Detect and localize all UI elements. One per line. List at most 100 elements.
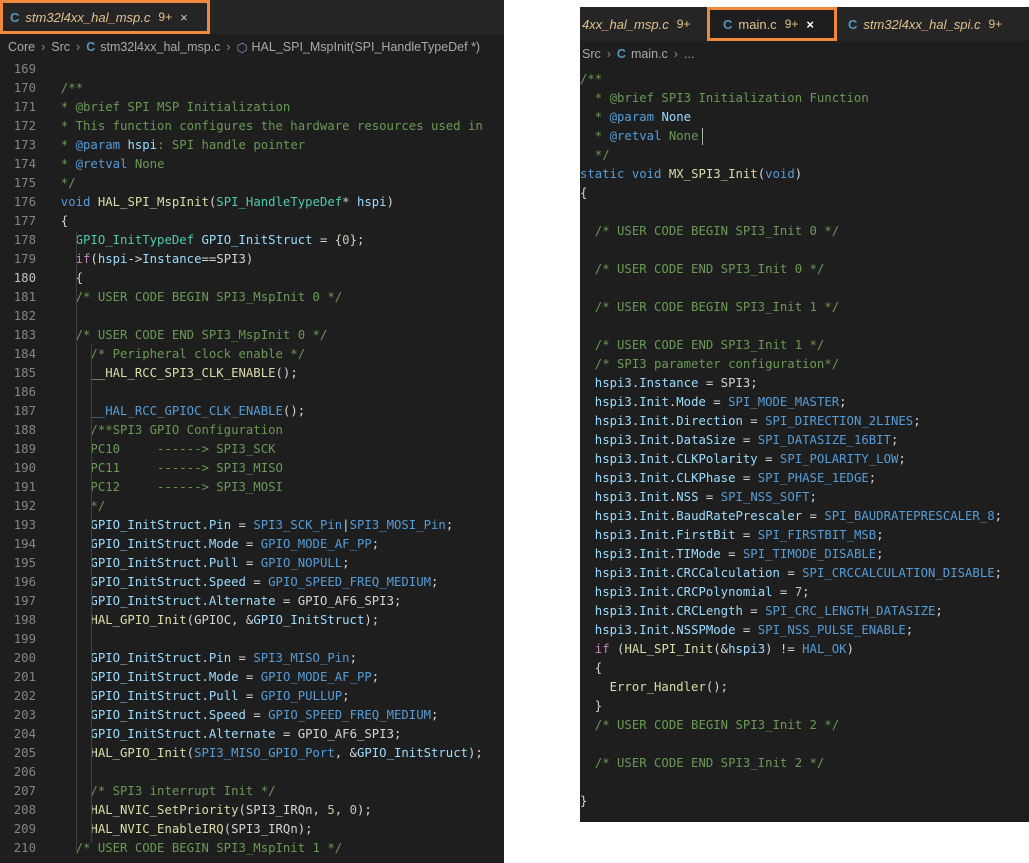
code-line[interactable]: 177 { — [0, 212, 504, 231]
code-line[interactable]: } — [580, 792, 1029, 811]
code-line[interactable] — [580, 279, 1029, 298]
code-line[interactable] — [580, 735, 1029, 754]
code-line[interactable]: hspi3.Init.TIMode = SPI_TIMODE_DISABLE; — [580, 545, 1029, 564]
code-token: SPI_TIMODE_DISABLE — [742, 547, 877, 561]
code-token: ( — [186, 746, 195, 760]
code-line[interactable]: hspi3.Init.CRCLength = SPI_CRC_LENGTH_DA… — [580, 602, 1029, 621]
breadcrumb-file[interactable]: stm32l4xx_hal_msp.c — [100, 40, 220, 54]
tab-label: main.c — [738, 16, 777, 32]
text-cursor — [702, 128, 703, 145]
code-line[interactable]: hspi3.Init.CRCCalculation = SPI_CRCCALCU… — [580, 564, 1029, 583]
code-token: hspi3 — [580, 471, 632, 485]
code-line[interactable]: */ — [580, 146, 1029, 165]
code-token: hspi3 — [728, 642, 766, 656]
code-token: hspi3 — [580, 452, 632, 466]
code-token: SPI_POLARITY_LOW — [779, 452, 899, 466]
code-line[interactable]: hspi3.Instance = SPI3; — [580, 374, 1029, 393]
code-line[interactable]: /* USER CODE BEGIN SPI3_Init 2 */ — [580, 716, 1029, 735]
code-token: . — [201, 537, 209, 551]
code-line[interactable]: hspi3.Init.CLKPhase = SPI_PHASE_1EDGE; — [580, 469, 1029, 488]
code-token: ) — [386, 195, 394, 209]
code-token: . — [201, 727, 209, 741]
code-line[interactable]: Error_Handler(); — [580, 678, 1029, 697]
tab-stm32l4xx-hal-msp[interactable]: C stm32l4xx_hal_msp.c 9+ × — [0, 0, 210, 34]
code-token: Init — [639, 566, 669, 580]
code-line[interactable]: static void MX_SPI3_Init(void) — [580, 165, 1029, 184]
code-token: Init — [639, 623, 669, 637]
tab-hal-msp-partial[interactable]: 4xx_hal_msp.c 9+ — [580, 7, 708, 41]
code-text: static void MX_SPI3_Init(void) — [580, 165, 802, 184]
chevron-right-icon: › — [76, 40, 81, 54]
code-line[interactable]: /* USER CODE END SPI3_Init 2 */ — [580, 754, 1029, 773]
code-line[interactable]: hspi3.Init.CRCPolynomial = 7; — [580, 583, 1029, 602]
breadcrumb-more[interactable]: ... — [684, 47, 694, 61]
code-token: * — [46, 157, 76, 171]
c-file-icon: C — [848, 16, 858, 32]
code-token: = — [735, 623, 758, 637]
code-token: ; — [876, 547, 884, 561]
code-line[interactable] — [580, 203, 1029, 222]
code-line[interactable]: hspi3.Init.DataSize = SPI_DATASIZE_16BIT… — [580, 431, 1029, 450]
close-icon[interactable]: × — [806, 17, 814, 32]
code-line[interactable]: 175 */ — [0, 174, 504, 193]
tab-stm32l4xx-hal-spi[interactable]: C stm32l4xx_hal_spi.c 9+ — [838, 7, 1029, 41]
code-line[interactable]: hspi3.Init.Mode = SPI_MODE_MASTER; — [580, 393, 1029, 412]
code-token: /* USER CODE END SPI3_MspInit 0 */ — [46, 328, 328, 342]
code-line[interactable]: * @retval None — [580, 127, 1029, 146]
code-line[interactable]: hspi3.Init.NSS = SPI_NSS_SOFT; — [580, 488, 1029, 507]
breadcrumb-symbol[interactable]: HAL_SPI_MspInit(SPI_HandleTypeDef *) — [252, 40, 481, 54]
code-line[interactable]: hspi3.Init.FirstBit = SPI_FIRSTBIT_MSB; — [580, 526, 1029, 545]
code-token: GPIO_InitStruct — [46, 670, 202, 684]
breadcrumb-folder-src[interactable]: Src — [582, 47, 601, 61]
code-line[interactable]: /* SPI3 parameter configuration*/ — [580, 355, 1029, 374]
code-line[interactable]: 172 * This function configures the hardw… — [0, 117, 504, 136]
code-line[interactable]: /* USER CODE BEGIN SPI3_Init 1 */ — [580, 298, 1029, 317]
code-token: Init — [639, 490, 669, 504]
tab-main-c[interactable]: C main.c 9+ × — [707, 7, 837, 41]
code-token: TIMode — [676, 547, 721, 561]
modified-badge: 9+ — [784, 17, 799, 31]
code-line[interactable]: 170 /** — [0, 79, 504, 98]
code-token: (GPIOC, & — [186, 613, 254, 627]
modified-badge: 9+ — [988, 17, 1003, 31]
code-line[interactable]: /* USER CODE END SPI3_Init 1 */ — [580, 336, 1029, 355]
code-line[interactable]: hspi3.Init.Direction = SPI_DIRECTION_2LI… — [580, 412, 1029, 431]
code-line[interactable]: { — [580, 659, 1029, 678]
close-icon[interactable]: × — [180, 10, 188, 25]
code-line[interactable] — [580, 241, 1029, 260]
code-line[interactable]: /** — [580, 70, 1029, 89]
code-token: : SPI handle pointer — [157, 138, 306, 152]
code-line[interactable]: /* USER CODE END SPI3_Init 0 */ — [580, 260, 1029, 279]
code-line[interactable]: } — [580, 697, 1029, 716]
line-number: 183 — [13, 328, 36, 342]
code-text: /* USER CODE BEGIN SPI3_Init 0 */ — [580, 222, 839, 241]
code-text: * This function configures the hardware … — [46, 117, 483, 136]
breadcrumb-file[interactable]: main.c — [631, 47, 668, 61]
code-text: /* USER CODE BEGIN SPI3_Init 1 */ — [580, 298, 839, 317]
code-token: SPI_NSS_PULSE_ENABLE — [757, 623, 906, 637]
code-line[interactable]: * @brief SPI3 Initialization Function — [580, 89, 1029, 108]
code-line[interactable]: 169 — [0, 60, 504, 79]
code-line[interactable]: * @param None — [580, 108, 1029, 127]
code-text: /* Peripheral clock enable */ — [46, 345, 305, 364]
code-token: hspi — [127, 138, 158, 152]
code-line[interactable]: 171 * @brief SPI MSP Initialization — [0, 98, 504, 117]
breadcrumb-folder-src[interactable]: Src — [51, 40, 70, 54]
code-line[interactable]: hspi3.Init.BaudRatePrescaler = SPI_BAUDR… — [580, 507, 1029, 526]
code-token: = — [802, 509, 825, 523]
code-line[interactable]: /* USER CODE BEGIN SPI3_Init 0 */ — [580, 222, 1029, 241]
code-line[interactable]: 173 * @param hspi: SPI handle pointer — [0, 136, 504, 155]
code-line[interactable]: 176 void HAL_SPI_MspInit(SPI_HandleTypeD… — [0, 193, 504, 212]
code-line[interactable]: hspi3.Init.NSSPMode = SPI_NSS_PULSE_ENAB… — [580, 621, 1029, 640]
line-number: 206 — [13, 765, 36, 779]
line-number: 210 — [13, 841, 36, 855]
code-line[interactable]: { — [580, 184, 1029, 203]
code-token: * — [46, 138, 76, 152]
code-line[interactable]: 174 * @retval None — [0, 155, 504, 174]
code-line[interactable] — [580, 317, 1029, 336]
code-line[interactable] — [580, 773, 1029, 792]
line-number: 174 — [13, 157, 36, 171]
breadcrumb-folder-core[interactable]: Core — [8, 40, 35, 54]
code-line[interactable]: if (HAL_SPI_Init(&hspi3) != HAL_OK) — [580, 640, 1029, 659]
code-line[interactable]: hspi3.Init.CLKPolarity = SPI_POLARITY_LO… — [580, 450, 1029, 469]
